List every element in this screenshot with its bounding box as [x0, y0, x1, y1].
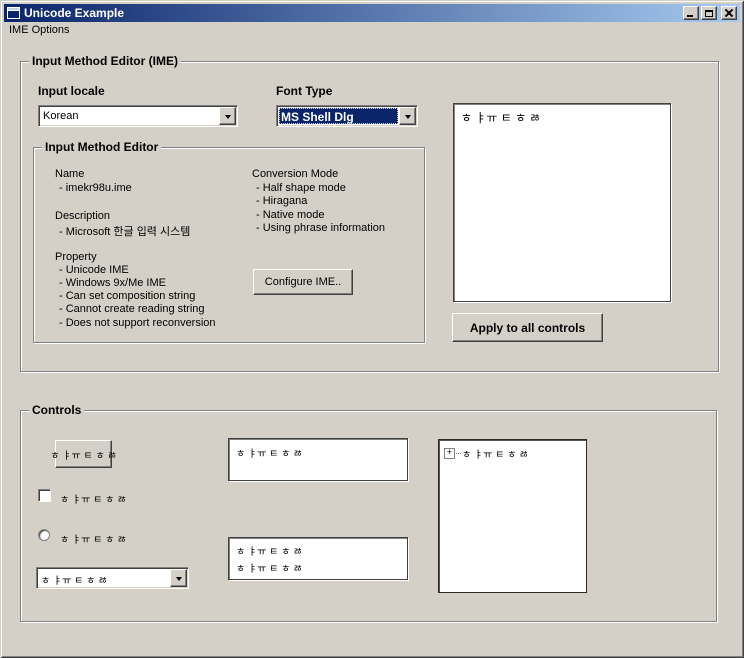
sample-radio-label: ㅎ ㅑㅠ ㅌ ㅎ ㅀ	[60, 531, 126, 546]
configure-ime-button-label: Configure IME..	[265, 276, 341, 288]
ime-groupbox-title: Input Method Editor (IME)	[29, 54, 181, 68]
name-value: - imekr98u.ime	[59, 182, 132, 194]
configure-ime-button[interactable]: Configure IME..	[253, 269, 353, 295]
minimize-icon	[687, 15, 693, 17]
close-icon	[725, 9, 733, 17]
sample-edit-text: ㅎ ㅑㅠ ㅌ ㅎ ㅀ	[229, 439, 407, 460]
sample-treeview[interactable]: + ㅎ ㅑㅠ ㅌ ㅎ ㅀ	[438, 439, 587, 593]
sample-button[interactable]: ㅎ ㅑㅠ ㅌ ㅎ ㅀ	[55, 440, 112, 468]
chevron-down-icon	[225, 115, 231, 122]
editor-info-title: Input Method Editor	[42, 140, 161, 154]
sample-button-label: ㅎ ㅑㅠ ㅌ ㅎ ㅀ	[50, 447, 116, 462]
close-button[interactable]	[721, 6, 737, 20]
sample-editbox-single[interactable]: ㅎ ㅑㅠ ㅌ ㅎ ㅀ	[228, 438, 408, 481]
property-item: - Can set composition string	[59, 290, 195, 302]
maximize-button[interactable]	[701, 6, 717, 20]
font-type-dropdown-button[interactable]	[399, 107, 416, 125]
description-value: - Microsoft 한글 입력 시스템	[59, 223, 190, 239]
apply-button-label: Apply to all controls	[470, 321, 585, 335]
conversion-mode-item: - Native mode	[256, 209, 324, 221]
conversion-mode-label: Conversion Mode	[252, 168, 338, 180]
controls-groupbox-title: Controls	[29, 403, 84, 417]
tree-item[interactable]: + ㅎ ㅑㅠ ㅌ ㅎ ㅀ	[444, 446, 528, 461]
tree-expand-icon[interactable]: +	[444, 448, 455, 459]
sample-edit-line: ㅎ ㅑㅠ ㅌ ㅎ ㅀ	[229, 558, 407, 575]
sample-checkbox-label: ㅎ ㅑㅠ ㅌ ㅎ ㅀ	[60, 491, 126, 506]
font-type-combobox[interactable]: MS Shell Dlg	[276, 105, 418, 127]
menu-ime-options[interactable]: IME Options	[4, 22, 76, 37]
input-locale-dropdown-button[interactable]	[219, 107, 236, 125]
titlebar: Unicode Example	[4, 4, 740, 22]
input-locale-label: Input locale	[38, 84, 105, 98]
tree-item-label: ㅎ ㅑㅠ ㅌ ㅎ ㅀ	[462, 446, 528, 461]
property-item: - Windows 9x/Me IME	[59, 277, 166, 289]
name-label: Name	[55, 168, 84, 180]
sample-combobox-value: ㅎ ㅑㅠ ㅌ ㅎ ㅀ	[41, 572, 166, 587]
menubar: IME Options	[4, 22, 740, 38]
maximize-icon	[705, 10, 713, 17]
unicode-example-window: Unicode Example IME Options Input Method…	[0, 0, 744, 658]
chevron-down-icon	[405, 115, 411, 122]
conversion-mode-item: - Half shape mode	[256, 182, 346, 194]
property-item: - Does not support reconversion	[59, 317, 216, 329]
description-label: Description	[55, 210, 110, 222]
app-window-icon	[7, 7, 20, 19]
ime-preview-text: ㅎ ㅑㅠ ㅌ ㅎ ㅀ	[454, 104, 670, 126]
input-locale-combobox[interactable]: Korean	[38, 105, 238, 127]
sample-radio[interactable]	[38, 529, 50, 541]
sample-combobox-dropdown-button[interactable]	[170, 569, 187, 587]
property-label: Property	[55, 251, 97, 263]
sample-checkbox[interactable]	[38, 489, 51, 502]
conversion-mode-item: - Hiragana	[256, 195, 307, 207]
sample-editbox-multi[interactable]: ㅎ ㅑㅠ ㅌ ㅎ ㅀ ㅎ ㅑㅠ ㅌ ㅎ ㅀ	[228, 537, 408, 580]
ime-preview-editbox[interactable]: ㅎ ㅑㅠ ㅌ ㅎ ㅀ	[453, 103, 671, 302]
font-type-value: MS Shell Dlg	[279, 108, 398, 124]
apply-to-all-controls-button[interactable]: Apply to all controls	[452, 313, 603, 342]
sample-combobox[interactable]: ㅎ ㅑㅠ ㅌ ㅎ ㅀ	[36, 567, 189, 589]
tree-leader-dots	[456, 453, 461, 454]
font-type-label: Font Type	[276, 84, 332, 98]
property-item: - Cannot create reading string	[59, 303, 205, 315]
chevron-down-icon	[176, 577, 182, 584]
input-locale-value: Korean	[43, 110, 215, 122]
window-title: Unicode Example	[24, 6, 681, 20]
minimize-button[interactable]	[683, 6, 699, 20]
sample-edit-line: ㅎ ㅑㅠ ㅌ ㅎ ㅀ	[229, 538, 407, 558]
property-item: - Unicode IME	[59, 264, 129, 276]
conversion-mode-item: - Using phrase information	[256, 222, 385, 234]
